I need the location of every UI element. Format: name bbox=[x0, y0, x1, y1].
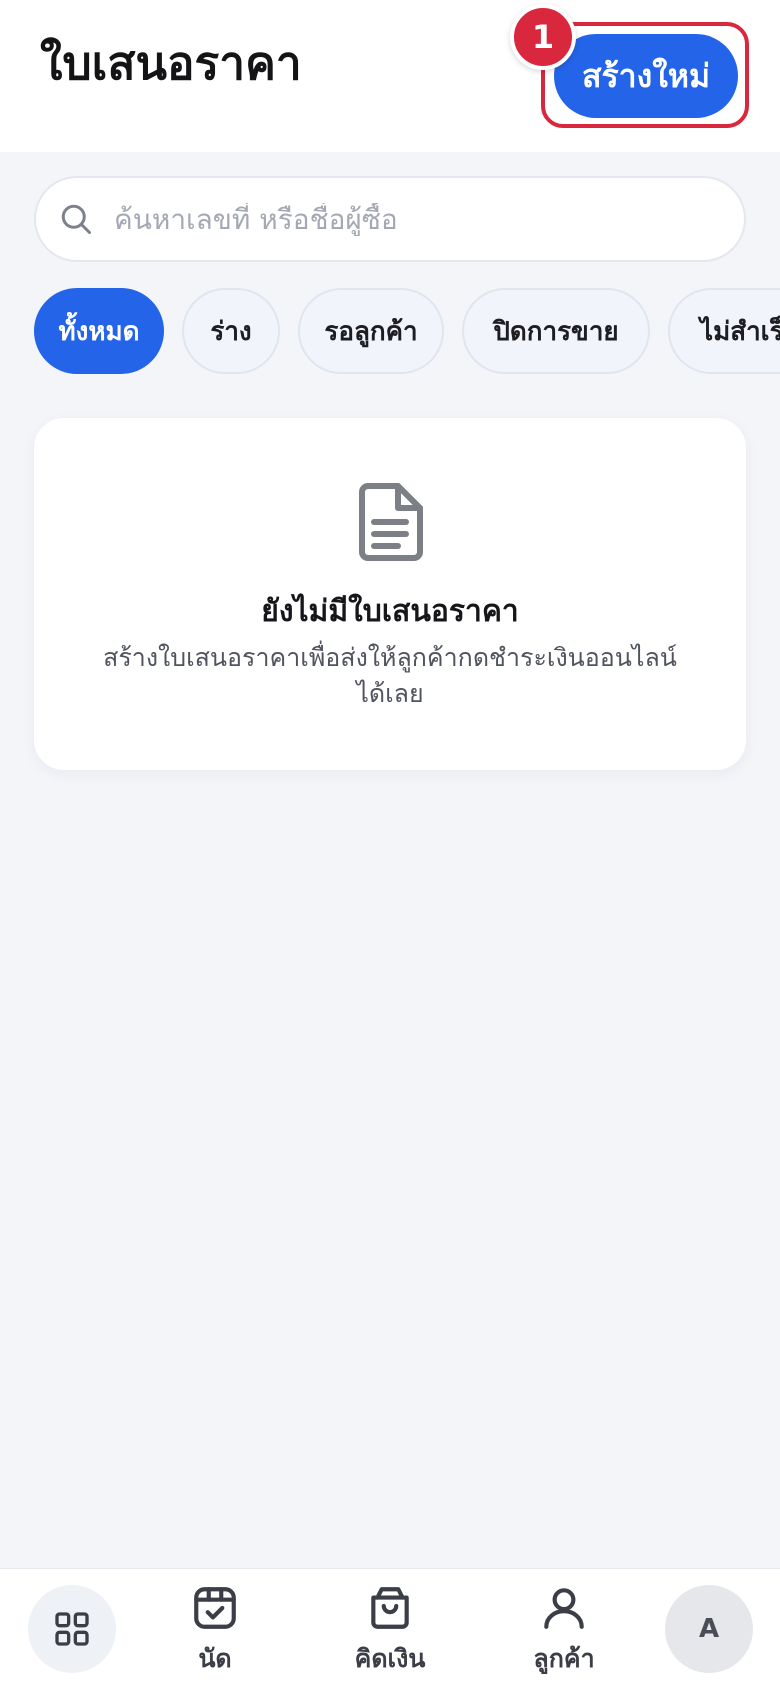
calendar-check-icon bbox=[194, 1587, 236, 1629]
quotations-screen: ใบเสนอราคา สร้างใหม่ 1 ทั้งหมด ร่าง รอลู… bbox=[0, 0, 780, 1688]
search-box[interactable] bbox=[34, 176, 746, 262]
empty-state-description: สร้างใบเสนอราคาเพื่อส่งให้ลูกค้ากดชำระเง… bbox=[103, 643, 677, 708]
filter-chip-all[interactable]: ทั้งหมด bbox=[34, 288, 164, 374]
nav-label-customers: ลูกค้า bbox=[533, 1644, 595, 1673]
search-icon bbox=[61, 204, 91, 234]
page-title: ใบเสนอราคา bbox=[40, 36, 302, 90]
create-new-button[interactable]: สร้างใหม่ bbox=[554, 34, 738, 118]
filter-chip-awaiting-customer[interactable]: รอลูกค้า bbox=[298, 288, 444, 374]
bottom-nav: นัด คิดเงิน ลูกค้า A bbox=[0, 1568, 780, 1688]
nav-item-home[interactable] bbox=[28, 1585, 116, 1673]
empty-state-title: ยังไม่มีใบเสนอราคา bbox=[261, 594, 519, 629]
nav-item-appointments[interactable]: นัด bbox=[150, 1583, 280, 1679]
avatar[interactable]: A bbox=[665, 1585, 753, 1673]
document-icon bbox=[359, 483, 423, 561]
grid-icon bbox=[55, 1612, 89, 1646]
filter-chip-draft[interactable]: ร่าง bbox=[182, 288, 280, 374]
empty-state-card: ยังไม่มีใบเสนอราคา สร้างใบเสนอราคาเพื่อส… bbox=[34, 418, 746, 770]
user-icon bbox=[544, 1588, 584, 1629]
filter-chips: ทั้งหมด ร่าง รอลูกค้า ปิดการขาย ไม่สำเร็… bbox=[34, 288, 780, 376]
nav-item-customers[interactable]: ลูกค้า bbox=[499, 1583, 629, 1679]
step-badge: 1 bbox=[510, 4, 576, 70]
shopping-bag-icon bbox=[371, 1587, 409, 1629]
search-input[interactable] bbox=[114, 202, 744, 236]
filter-chip-closed-sale[interactable]: ปิดการขาย bbox=[462, 288, 650, 374]
header: ใบเสนอราคา สร้างใหม่ 1 bbox=[0, 0, 780, 152]
nav-label-checkout: คิดเงิน bbox=[354, 1644, 426, 1673]
nav-item-checkout[interactable]: คิดเงิน bbox=[325, 1583, 455, 1679]
nav-label-appointments: นัด bbox=[198, 1644, 232, 1673]
filter-chip-unsuccessful[interactable]: ไม่สำเร็จ bbox=[668, 288, 780, 374]
